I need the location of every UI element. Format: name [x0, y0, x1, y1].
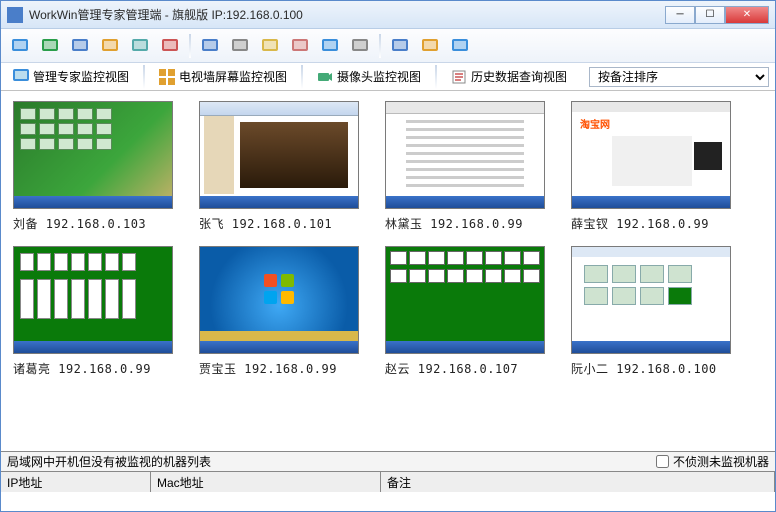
- minimize-button[interactable]: ─: [665, 6, 695, 24]
- shield-icon: [130, 36, 150, 56]
- net-button[interactable]: [317, 33, 343, 59]
- window-controls: ─ ☐ ✕: [665, 6, 769, 24]
- tab-camera[interactable]: 摄像头监控视图: [311, 66, 427, 87]
- tabbar: 管理专家监控视图 电视墙屏幕监控视图 摄像头监控视图 历史数据查询视图 按备注排…: [1, 63, 775, 91]
- monitor-icon: [13, 69, 29, 85]
- footer: 局域网中开机但没有被监视的机器列表 不侦测未监视机器 IP地址 Mac地址 备注: [1, 451, 775, 492]
- screen-preview[interactable]: 淘宝网: [571, 101, 731, 209]
- screen-icon: [70, 36, 90, 56]
- book-button[interactable]: [387, 33, 413, 59]
- screen-preview[interactable]: [385, 101, 545, 209]
- clock-button[interactable]: [287, 33, 313, 59]
- db-button[interactable]: [157, 33, 183, 59]
- app-icon: [7, 7, 23, 23]
- list-button[interactable]: [417, 33, 443, 59]
- maximize-button[interactable]: ☐: [695, 6, 725, 24]
- thumbnail[interactable]: 张飞 192.168.0.101: [199, 101, 369, 232]
- thumb-label: 张飞 192.168.0.101: [199, 215, 369, 232]
- thumb-label: 阮小二 192.168.0.100: [571, 360, 741, 377]
- window-title: WorkWin管理专家管理端 - 旗舰版 IP:192.168.0.100: [29, 6, 665, 23]
- tab-label: 摄像头监控视图: [337, 68, 421, 85]
- net-icon: [320, 36, 340, 56]
- screen-preview[interactable]: [13, 246, 173, 354]
- thumbnail-grid: 刘备 192.168.0.103 张飞 192.168.0.101 林黛玉 192.…: [13, 101, 763, 377]
- thumb-label: 薛宝钗 192.168.0.99: [571, 215, 741, 232]
- thumb-label: 贾宝玉 192.168.0.99: [199, 360, 369, 377]
- thumbnail[interactable]: 刘备 192.168.0.103: [13, 101, 183, 232]
- help-icon: [450, 36, 470, 56]
- screen-button[interactable]: [67, 33, 93, 59]
- mail-button[interactable]: [257, 33, 283, 59]
- tab-admin-monitor[interactable]: 管理专家监控视图: [7, 66, 135, 87]
- tab-tvwall[interactable]: 电视墙屏幕监控视图: [153, 66, 293, 87]
- tab-history[interactable]: 历史数据查询视图: [445, 66, 573, 87]
- users-button[interactable]: [97, 33, 123, 59]
- thumbnail[interactable]: 诸葛亮 192.168.0.99: [13, 246, 183, 377]
- thumb-label: 刘备 192.168.0.103: [13, 215, 183, 232]
- content-area: 刘备 192.168.0.103 张飞 192.168.0.101 林黛玉 192.…: [1, 91, 775, 451]
- no-detect-checkbox[interactable]: 不侦测未监视机器: [656, 453, 769, 470]
- col-ip: IP地址: [1, 472, 151, 492]
- grid-icon: [159, 69, 175, 85]
- disc-button[interactable]: [347, 33, 373, 59]
- thumb-label: 诸葛亮 192.168.0.99: [13, 360, 183, 377]
- help-button[interactable]: [447, 33, 473, 59]
- separator: [301, 65, 303, 89]
- history-icon: [451, 69, 467, 85]
- remote-icon: [230, 36, 250, 56]
- tab-label: 管理专家监控视图: [33, 68, 129, 85]
- thumbnail[interactable]: 林黛玉 192.168.0.99: [385, 101, 555, 232]
- monitor-button[interactable]: [7, 33, 33, 59]
- thumbnail[interactable]: 贾宝玉 192.168.0.99: [199, 246, 369, 377]
- globe-button[interactable]: [37, 33, 63, 59]
- titlebar: WorkWin管理专家管理端 - 旗舰版 IP:192.168.0.100 ─ …: [1, 1, 775, 29]
- tab-label: 历史数据查询视图: [471, 68, 567, 85]
- separator: [379, 34, 381, 58]
- checkbox-label: 不侦测未监视机器: [673, 453, 769, 470]
- thumbnail[interactable]: 赵云 192.168.0.107: [385, 246, 555, 377]
- remote-button[interactable]: [227, 33, 253, 59]
- separator: [143, 65, 145, 89]
- book-icon: [390, 36, 410, 56]
- screen-preview[interactable]: [199, 246, 359, 354]
- clock-icon: [290, 36, 310, 56]
- separator: [435, 65, 437, 89]
- close-button[interactable]: ✕: [725, 6, 769, 24]
- toolbar: [1, 29, 775, 63]
- col-mac: Mac地址: [151, 472, 381, 492]
- globe-icon: [40, 36, 60, 56]
- thumbnail[interactable]: 阮小二 192.168.0.100: [571, 246, 741, 377]
- separator: [189, 34, 191, 58]
- camera-icon: [317, 69, 333, 85]
- sort-dropdown[interactable]: 按备注排序: [589, 67, 769, 87]
- tab-label: 电视墙屏幕监控视图: [179, 68, 287, 85]
- thumbnail[interactable]: 淘宝网薛宝钗 192.168.0.99: [571, 101, 741, 232]
- db-icon: [160, 36, 180, 56]
- screen-preview[interactable]: [571, 246, 731, 354]
- thumb-label: 赵云 192.168.0.107: [385, 360, 555, 377]
- monitor-icon: [10, 36, 30, 56]
- unmonitored-list-label: 局域网中开机但没有被监视的机器列表: [7, 453, 211, 470]
- display-icon: [200, 36, 220, 56]
- checkbox-input[interactable]: [656, 455, 669, 468]
- disc-icon: [350, 36, 370, 56]
- col-note: 备注: [381, 472, 775, 492]
- screen-preview[interactable]: [13, 101, 173, 209]
- users-icon: [100, 36, 120, 56]
- list-icon: [420, 36, 440, 56]
- display-button[interactable]: [197, 33, 223, 59]
- screen-preview[interactable]: [385, 246, 545, 354]
- screen-preview[interactable]: [199, 101, 359, 209]
- mail-icon: [260, 36, 280, 56]
- footer-table-header: IP地址 Mac地址 备注: [1, 472, 775, 492]
- thumb-label: 林黛玉 192.168.0.99: [385, 215, 555, 232]
- shield-button[interactable]: [127, 33, 153, 59]
